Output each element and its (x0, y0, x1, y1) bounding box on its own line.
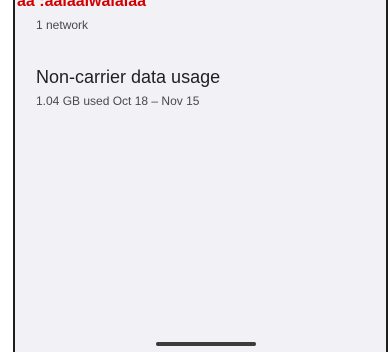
settings-screen: aa :aalaalwalalaa 1 network Non-carrier … (13, 0, 388, 352)
non-carrier-data-usage-row[interactable]: Non-carrier data usage 1.04 GB used Oct … (15, 60, 386, 118)
red-annotation-text: aa :aalaalwalalaa (17, 0, 146, 10)
home-indicator[interactable] (156, 342, 256, 346)
non-carrier-data-usage-summary: 1.04 GB used Oct 18 – Nov 15 (36, 94, 200, 108)
non-carrier-data-usage-title: Non-carrier data usage (36, 67, 221, 87)
network-count: 1 network (36, 18, 89, 32)
